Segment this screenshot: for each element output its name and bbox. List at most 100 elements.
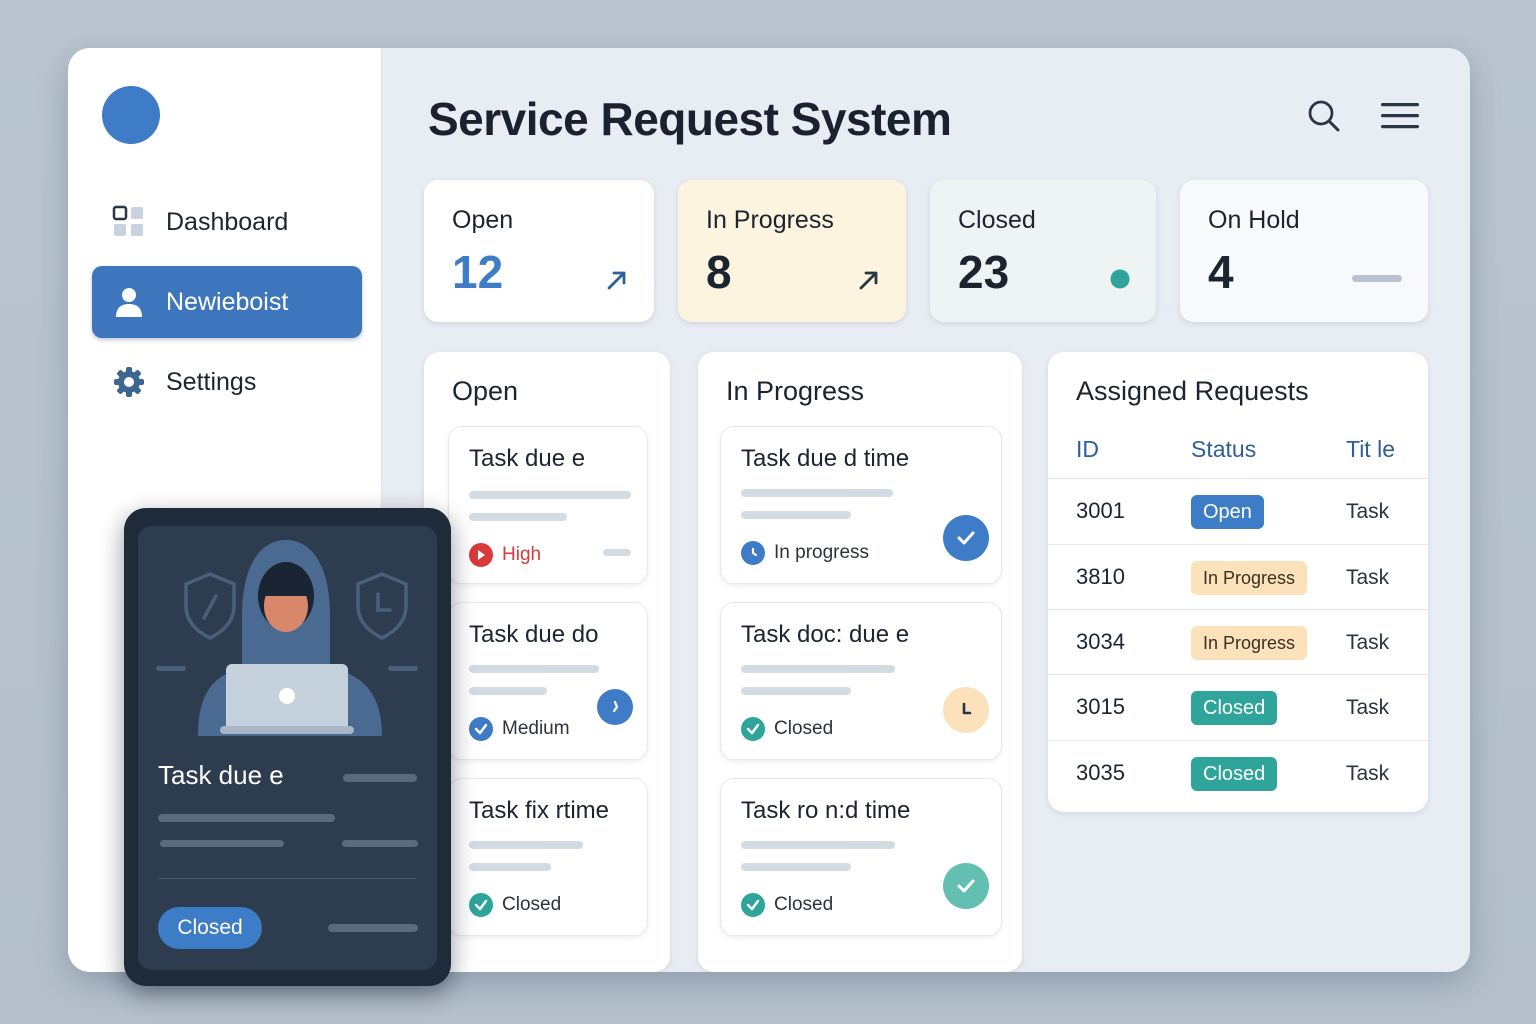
check-circle-icon[interactable] xyxy=(943,863,989,909)
table-row[interactable]: 3001 Open Task xyxy=(1048,478,1428,543)
placeholder-line xyxy=(603,549,631,556)
column-header-id[interactable]: ID xyxy=(1076,436,1099,463)
status-badge: In Progress xyxy=(1191,626,1308,660)
search-icon xyxy=(1308,100,1340,132)
closed-status: Closed xyxy=(741,717,833,741)
sidebar-item-dashboard[interactable]: Dashboard xyxy=(92,186,362,258)
priority-high-icon xyxy=(469,543,493,567)
clock-icon[interactable] xyxy=(943,687,989,733)
clock-icon xyxy=(741,541,765,565)
placeholder-line xyxy=(741,665,895,673)
placeholder-line xyxy=(741,511,851,519)
status-badge: Open xyxy=(1191,495,1264,529)
dash-icon xyxy=(1352,270,1402,288)
status-badge: Closed xyxy=(1191,757,1278,791)
priority-status: Closed xyxy=(469,893,561,917)
task-card[interactable]: Task ro n:d time Closed xyxy=(720,778,1002,936)
table-row[interactable]: 3810 In Progress Task xyxy=(1048,544,1428,609)
task-card[interactable]: Task due d time In progress xyxy=(720,426,1002,584)
menu-button[interactable] xyxy=(1378,96,1422,136)
user-icon xyxy=(112,285,146,319)
sidebar-item-label: Dashboard xyxy=(166,207,289,236)
status-dot-icon xyxy=(1110,269,1130,294)
placeholder-line xyxy=(741,841,895,849)
placeholder-line xyxy=(469,687,547,695)
sidebar-item-newiebоist[interactable]: Newiebоist xyxy=(92,266,362,338)
stat-card-open[interactable]: Open 12 xyxy=(424,180,654,322)
placeholder-line xyxy=(469,665,599,673)
check-icon xyxy=(469,717,493,741)
clock-icon[interactable] xyxy=(597,689,633,725)
request-id: 3001 xyxy=(1076,498,1125,523)
hamburger-menu-icon xyxy=(1381,103,1419,129)
column-header-status[interactable]: Status xyxy=(1191,436,1256,463)
request-title: Task xyxy=(1346,631,1390,654)
request-title: Task xyxy=(1346,696,1390,719)
divider xyxy=(158,878,416,879)
check-icon xyxy=(741,717,765,741)
priority-status: Medium xyxy=(469,717,570,741)
column-header-title[interactable]: Tit le xyxy=(1346,436,1395,463)
task-title: Task due do xyxy=(469,621,599,648)
table-row[interactable]: 3035 Closed Task xyxy=(1048,740,1428,805)
stat-card-in-progress[interactable]: In Progress 8 xyxy=(678,180,906,322)
stat-card-on-hold[interactable]: On Hold 4 xyxy=(1180,180,1428,322)
status-badge: Closed xyxy=(1191,691,1278,725)
closed-status: Closed xyxy=(741,893,833,917)
check-icon xyxy=(469,893,493,917)
table-row[interactable]: 3034 In Progress Task xyxy=(1048,609,1428,674)
status-badge[interactable]: Closed xyxy=(158,907,262,949)
request-title: Task xyxy=(1346,500,1390,523)
task-card[interactable]: Task doc: due e Closed xyxy=(720,602,1002,760)
task-detail-card[interactable]: Task due e Closed xyxy=(124,508,451,986)
page-title: Service Request System xyxy=(428,93,952,145)
column-title: Open xyxy=(452,376,519,406)
stat-label: On Hold xyxy=(1208,206,1300,234)
task-title: Task ro n:d time xyxy=(741,797,911,824)
in-progress-column: In Progress Task due d time In progress … xyxy=(698,352,1022,972)
placeholder-line xyxy=(741,863,851,871)
open-column: Open Task due e High Task due do Medium … xyxy=(424,352,670,972)
task-title: Task due e xyxy=(469,445,586,472)
task-detail-inner: Task due e Closed xyxy=(138,526,437,970)
stat-value: 12 xyxy=(452,246,504,298)
priority-status: High xyxy=(469,543,541,567)
grid-icon xyxy=(112,205,146,239)
main-content: Service Request System Open 12 In Progre… xyxy=(382,48,1470,972)
arrow-up-right-icon xyxy=(858,269,880,296)
request-id: 3034 xyxy=(1076,629,1125,654)
placeholder-line xyxy=(741,687,851,695)
stat-value: 23 xyxy=(958,246,1010,298)
sidebar-item-settings[interactable]: Settings xyxy=(92,346,362,418)
status-label: Closed xyxy=(774,894,834,915)
gear-icon xyxy=(112,365,146,399)
column-title: In Progress xyxy=(726,376,865,406)
hacker-illustration xyxy=(138,526,437,736)
arrow-up-right-icon xyxy=(606,269,628,296)
request-title: Task xyxy=(1346,566,1390,589)
panel-title: Assigned Requests xyxy=(1076,376,1309,406)
stat-value: 8 xyxy=(706,246,732,298)
placeholder-line xyxy=(158,814,335,822)
stat-label: Open xyxy=(452,206,514,234)
table-row[interactable]: 3015 Closed Task xyxy=(1048,674,1428,739)
task-card[interactable]: Task due do Medium xyxy=(448,602,648,760)
stat-card-closed[interactable]: Closed 23 xyxy=(930,180,1156,322)
request-title: Task xyxy=(1346,762,1390,785)
task-card[interactable]: Task fix rtime Closed xyxy=(448,778,648,936)
task-title: Task due e xyxy=(158,760,284,790)
search-button[interactable] xyxy=(1304,96,1344,136)
status-label: Closed xyxy=(502,894,562,915)
request-id: 3035 xyxy=(1076,760,1125,785)
request-id: 3810 xyxy=(1076,564,1125,589)
placeholder-line xyxy=(469,491,631,499)
check-circle-icon[interactable] xyxy=(943,515,989,561)
status-label: In progress xyxy=(774,542,870,563)
request-id: 3015 xyxy=(1076,694,1125,719)
placeholder-line xyxy=(741,489,893,497)
status-label: Closed xyxy=(774,718,834,739)
task-card[interactable]: Task due e High xyxy=(448,426,648,584)
sidebar-item-label: Settings xyxy=(166,367,257,396)
placeholder-line xyxy=(342,840,418,847)
placeholder-line xyxy=(328,924,418,932)
